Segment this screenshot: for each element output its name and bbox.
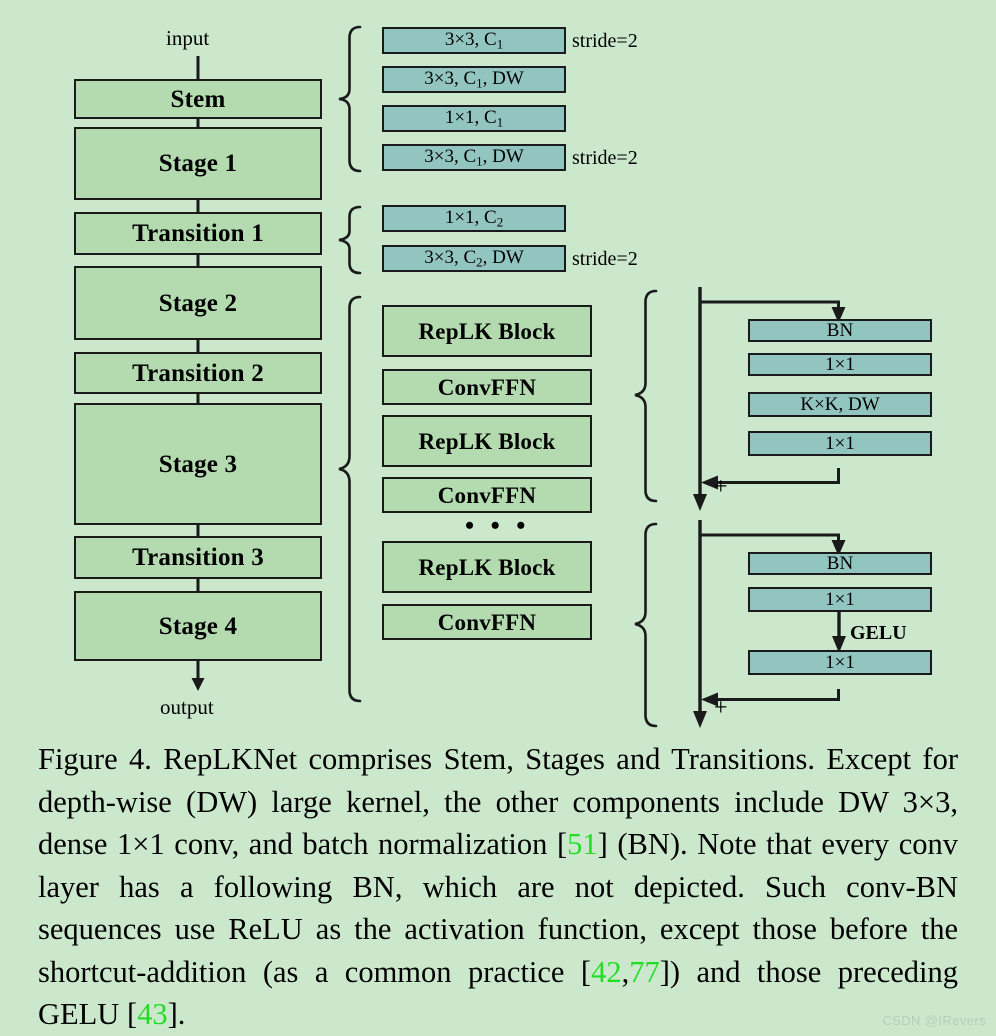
transition-layer-label: 3×3, C2, DW [424,246,524,270]
stage-block-replk-tail[interactable]: RepLK Block [382,541,592,593]
figure-diagram: input Stem Stage 1 Transition 1 Stage 2 … [0,0,996,736]
stem-layer-note-1: stride=2 [572,30,638,52]
backbone-connector [190,118,206,129]
backbone-box-label: Transition 3 [132,544,264,571]
backbone-box-label: Transition 1 [132,220,264,247]
stage-block-label: ConvFFN [437,609,537,635]
convffn-layer-box-1x1-a[interactable]: 1×1 [748,587,932,612]
stage-block-convffn-1[interactable]: ConvFFN [382,369,592,405]
replk-layer-box-1x1-b[interactable]: 1×1 [748,431,932,456]
stem-layer-label: 1×1, C1 [444,106,504,130]
backbone-box-label: Stem [170,85,226,113]
convffn-layer-label: 1×1 [825,652,855,673]
output-arrow [184,660,212,692]
stem-layer-box-4[interactable]: 3×3, C1, DW [382,144,566,171]
stage-block-replk-1[interactable]: RepLK Block [382,305,592,357]
backbone-connector [190,578,206,593]
brace-stage-blocks [336,293,362,705]
output-label: output [160,695,214,719]
stage-block-label: ConvFFN [437,482,537,508]
convffn-layer-label: BN [826,553,854,574]
stage-block-convffn-2[interactable]: ConvFFN [382,477,592,513]
backbone-box-transition-1[interactable]: Transition 1 [74,212,322,255]
replk-layer-label: 1×1 [825,433,855,454]
backbone-box-label: Stage 4 [158,612,238,640]
stage-block-label: RepLK Block [418,318,556,344]
transition-layer-box-2[interactable]: 3×3, C2, DW [382,245,566,272]
replk-layer-label: K×K, DW [800,394,880,415]
brace-convffn-detail [632,520,658,730]
replk-add-symbol: + [714,474,728,500]
replk-layer-label: 1×1 [825,354,855,375]
backbone-box-stage-2[interactable]: Stage 2 [74,266,322,340]
backbone-box-label: Stage 2 [158,289,238,317]
caption-text-part-4: ]. [167,997,186,1031]
watermark-label: CSDN @IRevers [882,1013,986,1028]
input-arrow [190,56,206,80]
figure-caption: Figure 4. RepLKNet comprises Stem, Stage… [38,738,958,1036]
caption-reference-43[interactable]: 43 [137,997,168,1031]
stage-block-label: RepLK Block [418,554,556,580]
caption-reference-77[interactable]: 77 [629,955,660,989]
convffn-add-symbol: + [714,695,728,721]
convffn-layer-box-bn[interactable]: BN [748,552,932,575]
brace-replk-detail [632,287,658,505]
brace-stem [336,24,362,174]
brace-transition [336,204,362,276]
stage-block-replk-2[interactable]: RepLK Block [382,415,592,467]
transition-layer-box-1[interactable]: 1×1, C2 [382,205,566,232]
backbone-connector [190,524,206,538]
convffn-gelu-arrow [831,612,847,654]
input-label: input [166,26,210,50]
stage-block-convffn-tail[interactable]: ConvFFN [382,604,592,640]
stem-layer-label: 3×3, C1 [444,28,504,52]
backbone-box-label: Stage 3 [158,450,238,478]
stem-layer-box-1[interactable]: 3×3, C1 [382,27,566,54]
backbone-box-label: Stage 1 [158,150,238,177]
caption-reference-42[interactable]: 42 [591,955,622,989]
stem-layer-note-4: stride=2 [572,147,638,169]
backbone-box-transition-3[interactable]: Transition 3 [74,536,322,579]
backbone-connector [190,393,206,405]
transition-layer-label: 1×1, C2 [444,206,504,230]
stage-block-ellipsis: • • • [465,511,531,540]
backbone-box-label: Transition 2 [132,359,264,387]
convffn-layer-label: 1×1 [825,589,855,610]
stem-layer-box-2[interactable]: 3×3, C1, DW [382,66,566,93]
stem-layer-box-3[interactable]: 1×1, C1 [382,105,566,132]
stage-block-label: RepLK Block [418,428,556,454]
convffn-activation-label: GELU [850,622,907,644]
convffn-layer-box-1x1-b[interactable]: 1×1 [748,650,932,675]
stem-layer-label: 3×3, C1, DW [424,67,524,91]
stage-block-label: ConvFFN [437,374,537,400]
caption-reference-51[interactable]: 51 [567,827,598,861]
backbone-connector [190,254,206,268]
backbone-box-stage-3[interactable]: Stage 3 [74,403,322,525]
backbone-box-stage-4[interactable]: Stage 4 [74,591,322,661]
backbone-box-stem[interactable]: Stem [74,79,322,119]
replk-layer-box-bn[interactable]: BN [748,319,932,342]
replk-layer-box-kxk-dw[interactable]: K×K, DW [748,392,932,417]
backbone-box-transition-2[interactable]: Transition 2 [74,352,322,394]
replk-layer-label: BN [826,320,854,341]
backbone-connector [190,339,206,354]
transition-layer-note-2: stride=2 [572,248,638,270]
stem-layer-label: 3×3, C1, DW [424,145,524,169]
backbone-box-stage-1[interactable]: Stage 1 [74,127,322,200]
backbone-connector [190,199,206,214]
replk-layer-box-1x1-a[interactable]: 1×1 [748,353,932,376]
